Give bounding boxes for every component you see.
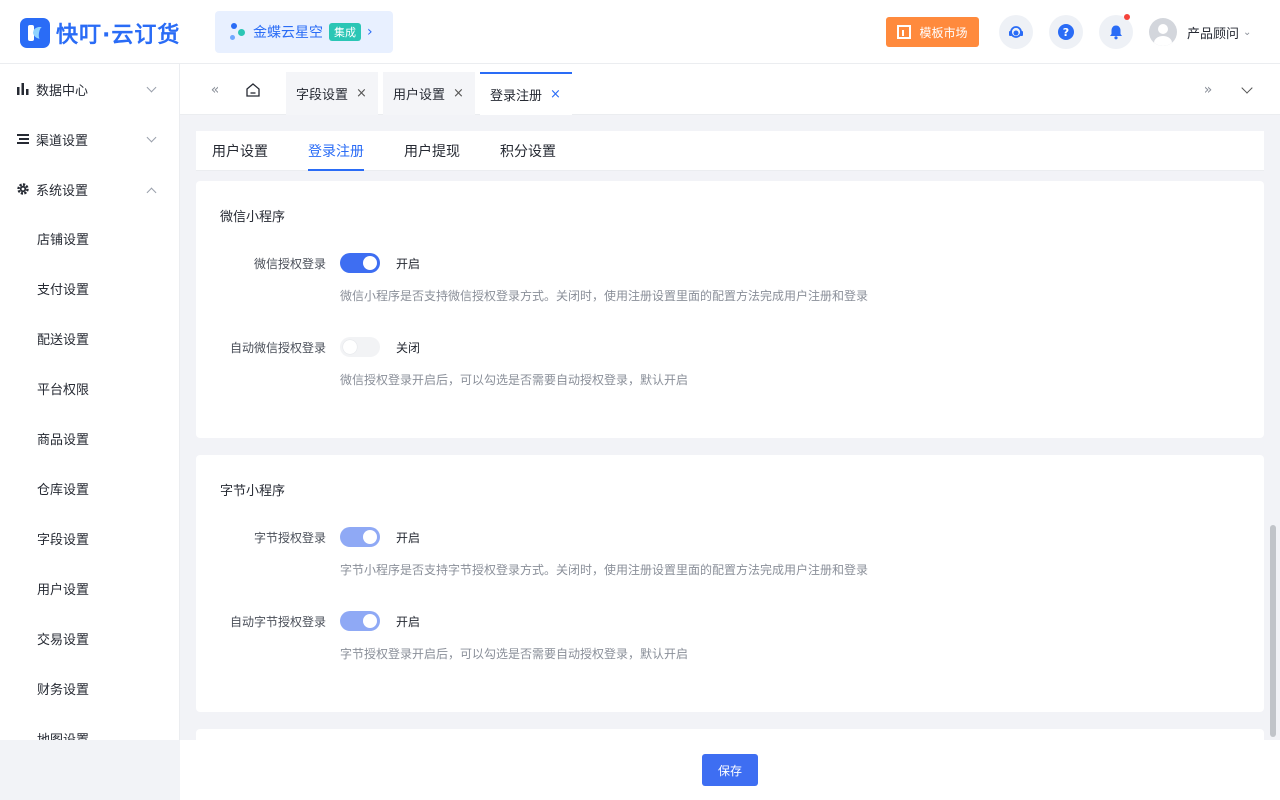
sidebar-group-label: 数据中心 [36, 83, 89, 99]
user-menu[interactable]: 产品顾问 ⌄ [1149, 18, 1251, 46]
sidebar-item-map[interactable]: 地图设置 [0, 713, 179, 741]
double-chevron-right-icon[interactable]: » [1193, 64, 1223, 115]
integration-badge[interactable]: 金蝶云星空 集成 › [215, 11, 393, 53]
subtab-withdrawal[interactable]: 用户提现 [404, 131, 460, 171]
avatar [1149, 18, 1177, 46]
auto-wechat-login-hint: 微信授权登录开启后，可以勾选是否需要自动授权登录，默认开启 [340, 373, 689, 387]
home-icon [246, 82, 260, 97]
list-icon [17, 134, 29, 144]
sidebar-item-store[interactable]: 店铺设置 [0, 213, 179, 263]
wechat-auth-login-label: 微信授权登录 [253, 257, 326, 271]
sidebar-item-finance[interactable]: 财务设置 [0, 663, 179, 713]
save-button[interactable]: 保存 [702, 754, 758, 786]
close-icon[interactable]: × [453, 86, 464, 101]
bar-chart-icon [17, 83, 29, 95]
auto-bytedance-login-hint: 字节授权登录开启后，可以勾选是否需要自动授权登录，默认开启 [340, 647, 689, 661]
close-icon[interactable]: × [356, 86, 367, 101]
auto-bytedance-login-label: 自动字节授权登录 [229, 615, 326, 629]
support-button[interactable] [999, 15, 1033, 49]
bytedance-auth-login-hint: 字节小程序是否支持字节授权登录方式。关闭时，使用注册设置里面的配置方法完成用户注… [340, 563, 869, 577]
bytedance-auth-login-switch[interactable] [340, 527, 380, 547]
integration-tag: 集成 [329, 23, 361, 41]
template-market-label: 模板市场 [919, 25, 968, 40]
sidebar-group-channel[interactable]: 渠道设置 [0, 114, 179, 164]
tab-label: 登录注册 [490, 89, 543, 104]
subtab-points[interactable]: 积分设置 [500, 131, 556, 171]
settings-subtabs: 用户设置 登录注册 用户提现 积分设置 [196, 131, 1264, 171]
tab-label: 用户设置 [393, 88, 446, 103]
help-button[interactable]: ? [1049, 15, 1083, 49]
chevron-right-icon: › [367, 24, 373, 40]
sidebar-group-label: 系统设置 [36, 183, 89, 199]
template-icon [897, 25, 912, 39]
tab-menu-button[interactable] [1232, 64, 1262, 115]
subtab-login-register[interactable]: 登录注册 [308, 131, 364, 171]
integration-name: 金蝶云星空 [253, 25, 323, 41]
close-icon[interactable]: × [550, 87, 561, 102]
tab-label: 字段设置 [296, 88, 349, 103]
bell-icon [1110, 25, 1122, 40]
sidebar-item-users[interactable]: 用户设置 [0, 563, 179, 613]
notification-button[interactable] [1099, 14, 1133, 49]
chevron-down-icon [146, 132, 157, 143]
tab-login-register[interactable]: 登录注册 × [480, 72, 572, 115]
tab-user-settings[interactable]: 用户设置 × [383, 72, 475, 115]
gear-icon [17, 183, 29, 195]
sidebar-group-data-center[interactable]: 数据中心 [0, 64, 179, 114]
auto-wechat-login-label: 自动微信授权登录 [229, 341, 326, 355]
chevron-up-icon [146, 187, 157, 198]
sidebar-item-fields[interactable]: 字段设置 [0, 513, 179, 563]
kingdee-logo-icon [229, 21, 247, 43]
wechat-auth-login-switch[interactable] [340, 253, 380, 273]
app-name: 快叮·云订货 [56, 23, 181, 48]
logo-icon [20, 18, 50, 48]
sidebar-item-product[interactable]: 商品设置 [0, 413, 179, 463]
chevron-down-icon: ⌄ [1243, 26, 1252, 38]
content-scrollbar[interactable] [1270, 525, 1276, 737]
tab-field-settings[interactable]: 字段设置 × [286, 72, 378, 115]
home-button[interactable] [238, 64, 268, 115]
switch-state: 开启 [396, 531, 421, 545]
auto-wechat-login-switch[interactable] [340, 337, 380, 357]
help-icon: ? [1058, 24, 1074, 40]
footer-bar: 保存 [180, 740, 1280, 800]
sidebar-item-delivery[interactable]: 配送设置 [0, 313, 179, 363]
chevron-down-icon [146, 82, 157, 93]
top-header: 快叮·云订货 金蝶云星空 集成 › 模板市场 ? 产品顾问 ⌄ [0, 0, 1280, 64]
sidebar-item-warehouse[interactable]: 仓库设置 [0, 463, 179, 513]
section-title: 字节小程序 [220, 484, 286, 499]
template-market-button[interactable]: 模板市场 [886, 17, 979, 47]
app-logo[interactable]: 快叮·云订货 [20, 17, 180, 49]
bytedance-auth-login-label: 字节授权登录 [253, 531, 326, 545]
sidebar-group-label: 渠道设置 [36, 133, 89, 149]
sidebar-item-permissions[interactable]: 平台权限 [0, 363, 179, 413]
page-tabbar: « 字段设置 × 用户设置 × 登录注册 × » [180, 64, 1280, 115]
wechat-auth-login-hint: 微信小程序是否支持微信授权登录方式。关闭时，使用注册设置里面的配置方法完成用户注… [340, 289, 869, 303]
sidebar: 数据中心 渠道设置 系统设置 店铺设置 支付设置 配送设置 平台权限 商品设置 … [0, 64, 180, 740]
sidebar-item-trade[interactable]: 交易设置 [0, 613, 179, 663]
notification-dot [1124, 14, 1130, 20]
chevron-down-icon [1241, 81, 1253, 94]
switch-state: 开启 [396, 615, 421, 629]
customer-service-icon [1009, 26, 1023, 38]
user-name: 产品顾问 [1187, 26, 1240, 42]
bytedance-miniprogram-card: 字节小程序 字节授权登录 开启 字节小程序是否支持字节授权登录方式。关闭时，使用… [196, 455, 1264, 712]
double-chevron-left-icon[interactable]: « [200, 64, 230, 115]
wechat-miniprogram-card: 微信小程序 微信授权登录 开启 微信小程序是否支持微信授权登录方式。关闭时，使用… [196, 181, 1264, 438]
section-title: 微信小程序 [220, 210, 286, 225]
switch-state: 开启 [396, 257, 421, 271]
sidebar-group-system[interactable]: 系统设置 [0, 164, 179, 214]
subtab-user-settings[interactable]: 用户设置 [212, 131, 268, 171]
switch-state: 关闭 [396, 341, 421, 355]
svg-text:?: ? [1063, 26, 1069, 39]
auto-bytedance-login-switch[interactable] [340, 611, 380, 631]
sidebar-item-payment[interactable]: 支付设置 [0, 263, 179, 313]
